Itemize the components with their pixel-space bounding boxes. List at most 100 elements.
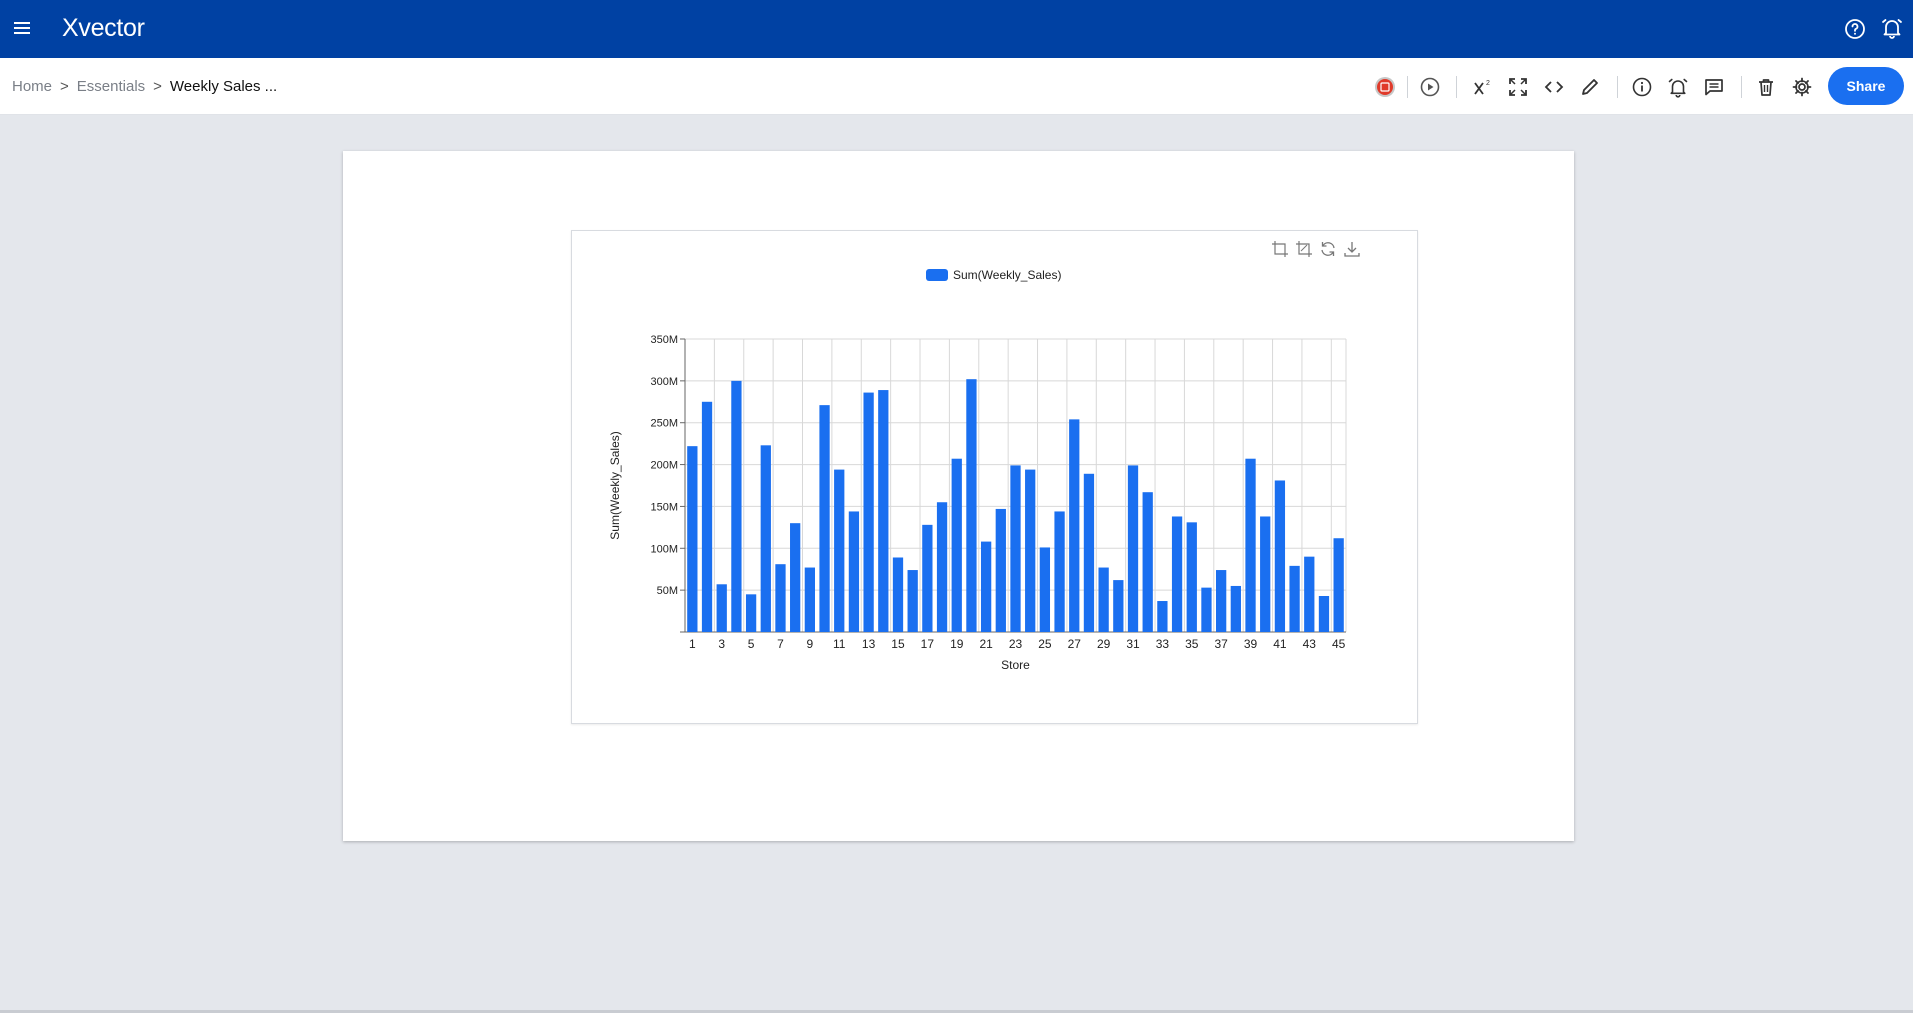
x-tick-label: 35 [1185,637,1199,651]
bar-store-29[interactable] [1098,567,1109,632]
x-tick-label: 43 [1303,637,1317,651]
x-tick-label: 3 [718,637,725,651]
y-tick-label: 350M [650,334,678,346]
bar-store-23[interactable] [1010,465,1021,632]
bar-store-19[interactable] [951,458,962,632]
bar-store-38[interactable] [1230,585,1241,632]
bar-store-6[interactable] [760,445,771,632]
bar-store-13[interactable] [863,392,874,632]
bar-store-22[interactable] [995,508,1006,632]
pencil-icon[interactable] [1577,74,1603,100]
x-tick-label: 19 [950,637,964,651]
bar-store-42[interactable] [1289,565,1300,632]
toolbar-divider [1407,76,1408,98]
comment-icon[interactable] [1701,74,1727,100]
breadcrumb-current: Weekly Sales ... [169,78,278,95]
bar-store-16[interactable] [907,570,918,632]
x-tick-label: 25 [1038,637,1052,651]
bar-store-18[interactable] [936,502,948,632]
bar-store-36[interactable] [1201,587,1212,632]
toolbar-divider [1617,76,1618,98]
bar-store-26[interactable] [1054,511,1065,632]
y-tick-label: 50M [657,585,678,597]
bar-store-4[interactable] [731,380,742,632]
bar-store-17[interactable] [922,524,933,632]
bar-store-28[interactable] [1083,473,1095,632]
y-tick-label: 250M [650,418,678,430]
bar-store-37[interactable] [1216,570,1227,632]
x-axis-title: Store [1001,658,1030,672]
toolbar-divider [1741,76,1742,98]
x-tick-label: 5 [748,637,755,651]
y-tick-label: 100M [650,543,678,555]
bar-store-43[interactable] [1304,556,1315,632]
bar-store-20[interactable] [966,379,977,632]
help-icon[interactable] [1843,17,1867,41]
share-button[interactable]: Share [1828,67,1904,105]
app-logo[interactable]: Xvector [62,14,145,43]
y-axis-title: Sum(Weekly_Sales) [608,431,622,539]
x-tick-label: 21 [979,637,993,651]
bar-store-40[interactable] [1260,516,1271,632]
alarm-bell-icon[interactable] [1880,16,1904,40]
x-tick-label: 9 [807,637,814,651]
bar-store-15[interactable] [892,557,904,632]
svg-text:2: 2 [1486,80,1490,87]
bar-store-1[interactable] [687,446,698,632]
bar-store-14[interactable] [878,390,889,632]
x-tick-label: 1 [689,637,696,651]
trash-icon[interactable] [1753,74,1779,100]
play-icon[interactable] [1417,74,1443,100]
bar-store-9[interactable] [804,567,815,632]
code-icon[interactable] [1541,74,1567,100]
bar-store-12[interactable] [848,511,860,632]
bar-store-45[interactable] [1333,538,1344,632]
toolbar-divider [1456,76,1457,98]
bar-store-10[interactable] [819,405,830,632]
fullscreen-icon[interactable] [1505,74,1531,100]
x-tick-label: 13 [862,637,876,651]
x-tick-label: 17 [921,637,935,651]
top-app-bar: Xvector [0,0,1913,58]
bar-store-30[interactable] [1113,580,1124,632]
bar-store-39[interactable] [1245,458,1256,632]
bar-store-25[interactable] [1039,547,1051,632]
alarm-icon[interactable] [1665,74,1691,100]
menu-icon[interactable] [12,17,34,39]
breadcrumb-separator: > [153,78,162,95]
bar-store-11[interactable] [834,469,845,632]
x-tick-label: 23 [1009,637,1023,651]
gear-icon[interactable] [1789,74,1815,100]
x-tick-label: 15 [891,637,905,651]
bar-store-33[interactable] [1157,601,1168,632]
bar-store-21[interactable] [980,541,992,632]
x-tick-label: 37 [1214,637,1228,651]
bar-store-34[interactable] [1171,516,1183,632]
bar-store-27[interactable] [1069,419,1080,632]
bar-store-8[interactable] [790,523,801,632]
breadcrumb-home[interactable]: Home [12,78,52,95]
breadcrumb: Home > Essentials > Weekly Sales ... [12,78,277,95]
legend-label[interactable]: Sum(Weekly_Sales) [953,268,1061,282]
y-tick-label: 150M [650,501,678,513]
bar-store-2[interactable] [701,401,713,632]
bar-store-44[interactable] [1318,596,1330,632]
superscript-x-icon[interactable]: 2 [1470,74,1496,100]
bar-store-24[interactable] [1025,469,1036,632]
bar-store-7[interactable] [775,564,786,632]
x-tick-label: 29 [1097,637,1111,651]
bar-store-31[interactable] [1127,465,1139,632]
legend-swatch[interactable] [926,269,948,281]
bar-store-35[interactable] [1186,522,1197,632]
breadcrumb-separator: > [60,78,69,95]
info-icon[interactable] [1629,74,1655,100]
breadcrumb-essentials[interactable]: Essentials [77,78,145,95]
x-tick-label: 45 [1332,637,1346,651]
x-tick-label: 11 [833,637,846,651]
record-icon[interactable] [1372,74,1398,100]
bar-chart: 50M100M150M200M250M300M350M1 3 5 7 9 11 13 15 17… [608,268,1347,672]
bar-store-41[interactable] [1274,480,1286,632]
bar-store-5[interactable] [745,594,757,632]
bar-store-3[interactable] [716,584,727,632]
bar-store-32[interactable] [1142,492,1153,632]
